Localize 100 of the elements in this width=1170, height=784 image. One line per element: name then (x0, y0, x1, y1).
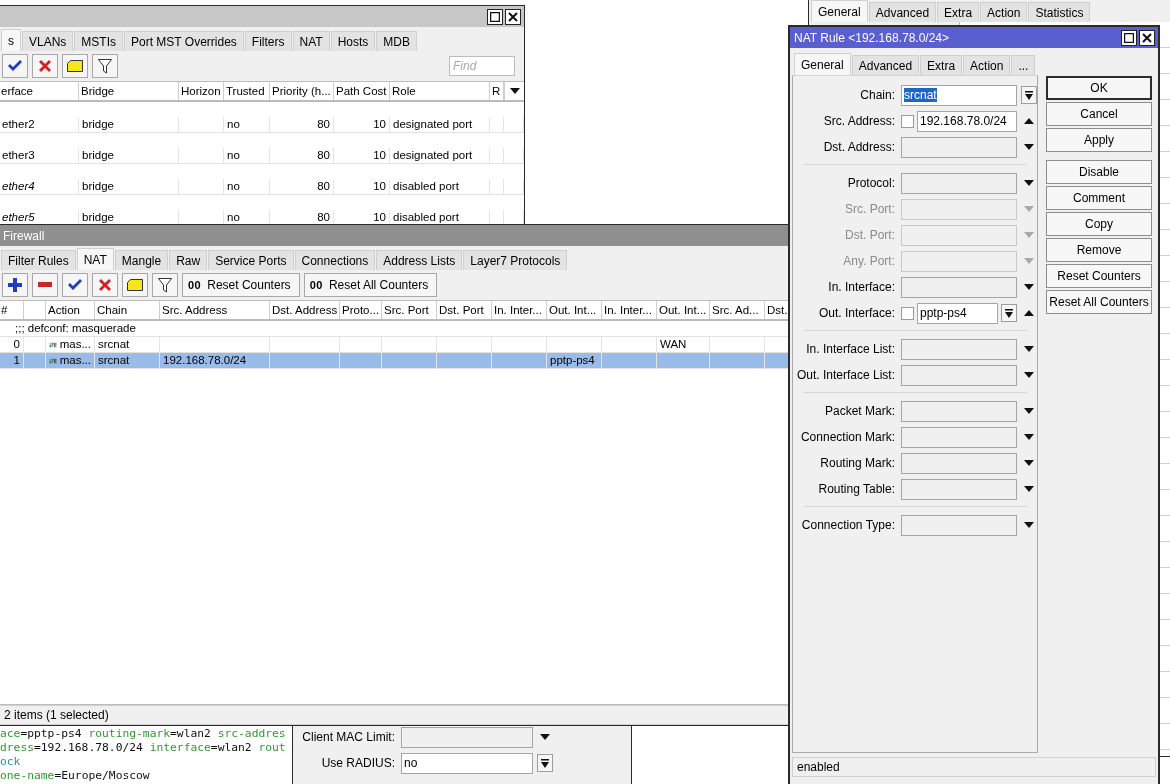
tab[interactable]: Mangle (114, 250, 169, 270)
expand-button[interactable] (1024, 522, 1034, 528)
tab[interactable]: Connections (294, 250, 376, 270)
column-header[interactable]: In. Inter... (602, 301, 657, 319)
filter-button[interactable] (92, 54, 118, 78)
tab[interactable]: Service Ports (208, 250, 294, 270)
dropdown-button[interactable] (1001, 304, 1017, 322)
tab[interactable]: General (811, 0, 868, 22)
column-header[interactable]: Action (46, 301, 95, 319)
comment-button[interactable] (62, 54, 88, 78)
dialog-button[interactable]: Disable (1046, 160, 1152, 184)
column-header[interactable]: Path Cost (334, 82, 390, 100)
tab[interactable]: Filter Rules (1, 250, 76, 270)
enable-button[interactable] (2, 54, 28, 78)
search-field[interactable]: Find (449, 56, 515, 76)
tab[interactable]: Layer7 Protocols (463, 250, 568, 270)
tab[interactable]: MSTIs (74, 31, 124, 51)
checkbox[interactable] (901, 306, 914, 320)
table-row[interactable]: 0 mas... srcnat WAN (0, 337, 789, 353)
enable-button[interactable] (62, 273, 88, 297)
dialog-button[interactable]: Copy (1046, 212, 1152, 236)
input-field[interactable] (901, 514, 1017, 536)
expand-button[interactable] (1024, 180, 1034, 186)
tab[interactable]: VLANs (22, 31, 74, 51)
collapse-button[interactable] (1024, 310, 1034, 316)
maximize-button[interactable] (487, 8, 503, 25)
column-header[interactable]: Dst. Port (437, 301, 492, 319)
column-header[interactable]: Bridge (79, 82, 179, 100)
expand-button[interactable] (1024, 284, 1034, 290)
tab[interactable]: Action (980, 2, 1028, 22)
expand-button[interactable] (1024, 408, 1034, 414)
column-header[interactable]: Trusted (224, 82, 270, 100)
column-header[interactable]: Dst. Address (270, 301, 340, 319)
remove-button[interactable] (32, 273, 58, 297)
dialog-button[interactable]: Reset All Counters (1046, 290, 1152, 314)
column-header[interactable]: erface (0, 82, 79, 100)
tab[interactable]: Advanced (868, 2, 937, 22)
tab[interactable]: Action (963, 55, 1011, 75)
input-field[interactable]: 192.168.78.0/24 (917, 110, 1017, 132)
expand-button[interactable] (1024, 372, 1034, 378)
dialog-button[interactable]: Apply (1046, 128, 1152, 152)
disable-button[interactable] (32, 54, 58, 78)
expand-button[interactable] (1024, 346, 1034, 352)
expand-button[interactable] (1024, 486, 1034, 492)
comment-button[interactable] (122, 273, 148, 297)
dialog-button[interactable]: OK (1046, 76, 1152, 100)
input-field[interactable]: srcnat (901, 84, 1017, 106)
input-field[interactable] (901, 426, 1017, 448)
input-field[interactable] (901, 136, 1017, 158)
checkbox[interactable] (901, 114, 914, 128)
column-header[interactable]: Horizon (179, 82, 224, 100)
column-header[interactable]: Src. Address (160, 301, 270, 319)
tab[interactable]: Statistics (1028, 2, 1091, 22)
tab[interactable]: Extra (920, 55, 963, 75)
expand-button[interactable] (1024, 144, 1034, 150)
dialog-button[interactable]: Reset Counters (1046, 264, 1152, 288)
selected-row[interactable]: 1 mas... srcnat 192.168.78.0/24 pptp-ps4 (0, 353, 789, 369)
expand-button[interactable] (1024, 434, 1034, 440)
tab[interactable]: Advanced (851, 55, 920, 75)
tab[interactable]: Extra (937, 2, 980, 22)
column-header[interactable]: Src. Ad... (710, 301, 765, 319)
input-field[interactable] (901, 478, 1017, 500)
tab[interactable]: MDB (376, 31, 417, 51)
column-header[interactable]: Out. Int... (657, 301, 710, 319)
expand-button[interactable] (540, 734, 550, 740)
close-button[interactable] (1139, 29, 1155, 46)
tab[interactable]: Hosts (330, 31, 376, 51)
input-field[interactable] (901, 364, 1017, 386)
input-field[interactable] (901, 452, 1017, 474)
expand-button[interactable] (1024, 460, 1034, 466)
input-field[interactable] (901, 400, 1017, 422)
tab[interactable]: ... (1011, 55, 1036, 75)
collapse-button[interactable] (1024, 118, 1034, 124)
tab[interactable]: Port MST Overrides (124, 31, 244, 51)
reset-counters-button[interactable]: 00 Reset Counters (182, 273, 300, 297)
input-field[interactable]: no (401, 752, 533, 774)
tab[interactable]: s (1, 29, 21, 51)
dropdown-button[interactable] (1021, 86, 1037, 104)
tab[interactable]: NAT (76, 248, 114, 270)
disable-button[interactable] (92, 273, 118, 297)
tab[interactable]: Address Lists (376, 250, 463, 270)
column-header[interactable]: In. Inter... (492, 301, 547, 319)
column-header[interactable]: Out. Int... (547, 301, 602, 319)
column-header[interactable]: # (0, 301, 24, 319)
dropdown-button[interactable] (537, 754, 553, 772)
dialog-button[interactable]: Remove (1046, 238, 1152, 262)
column-header[interactable]: Proto... (340, 301, 382, 319)
tab[interactable]: Raw (169, 250, 208, 270)
tab[interactable]: General (794, 53, 851, 75)
reset-counters-button[interactable]: 00 Reset All Counters (303, 273, 438, 297)
dialog-button[interactable]: Comment (1046, 186, 1152, 210)
input-field[interactable]: pptp-ps4 (917, 302, 998, 324)
filter-button[interactable] (152, 273, 178, 297)
column-header[interactable]: Role (390, 82, 490, 100)
column-header[interactable]: Src. Port (382, 301, 437, 319)
add-button[interactable] (2, 273, 28, 297)
tab[interactable]: Filters (244, 31, 292, 51)
column-header[interactable]: Chain (95, 301, 160, 319)
input-field[interactable] (901, 172, 1017, 194)
input-field[interactable] (901, 276, 1017, 298)
